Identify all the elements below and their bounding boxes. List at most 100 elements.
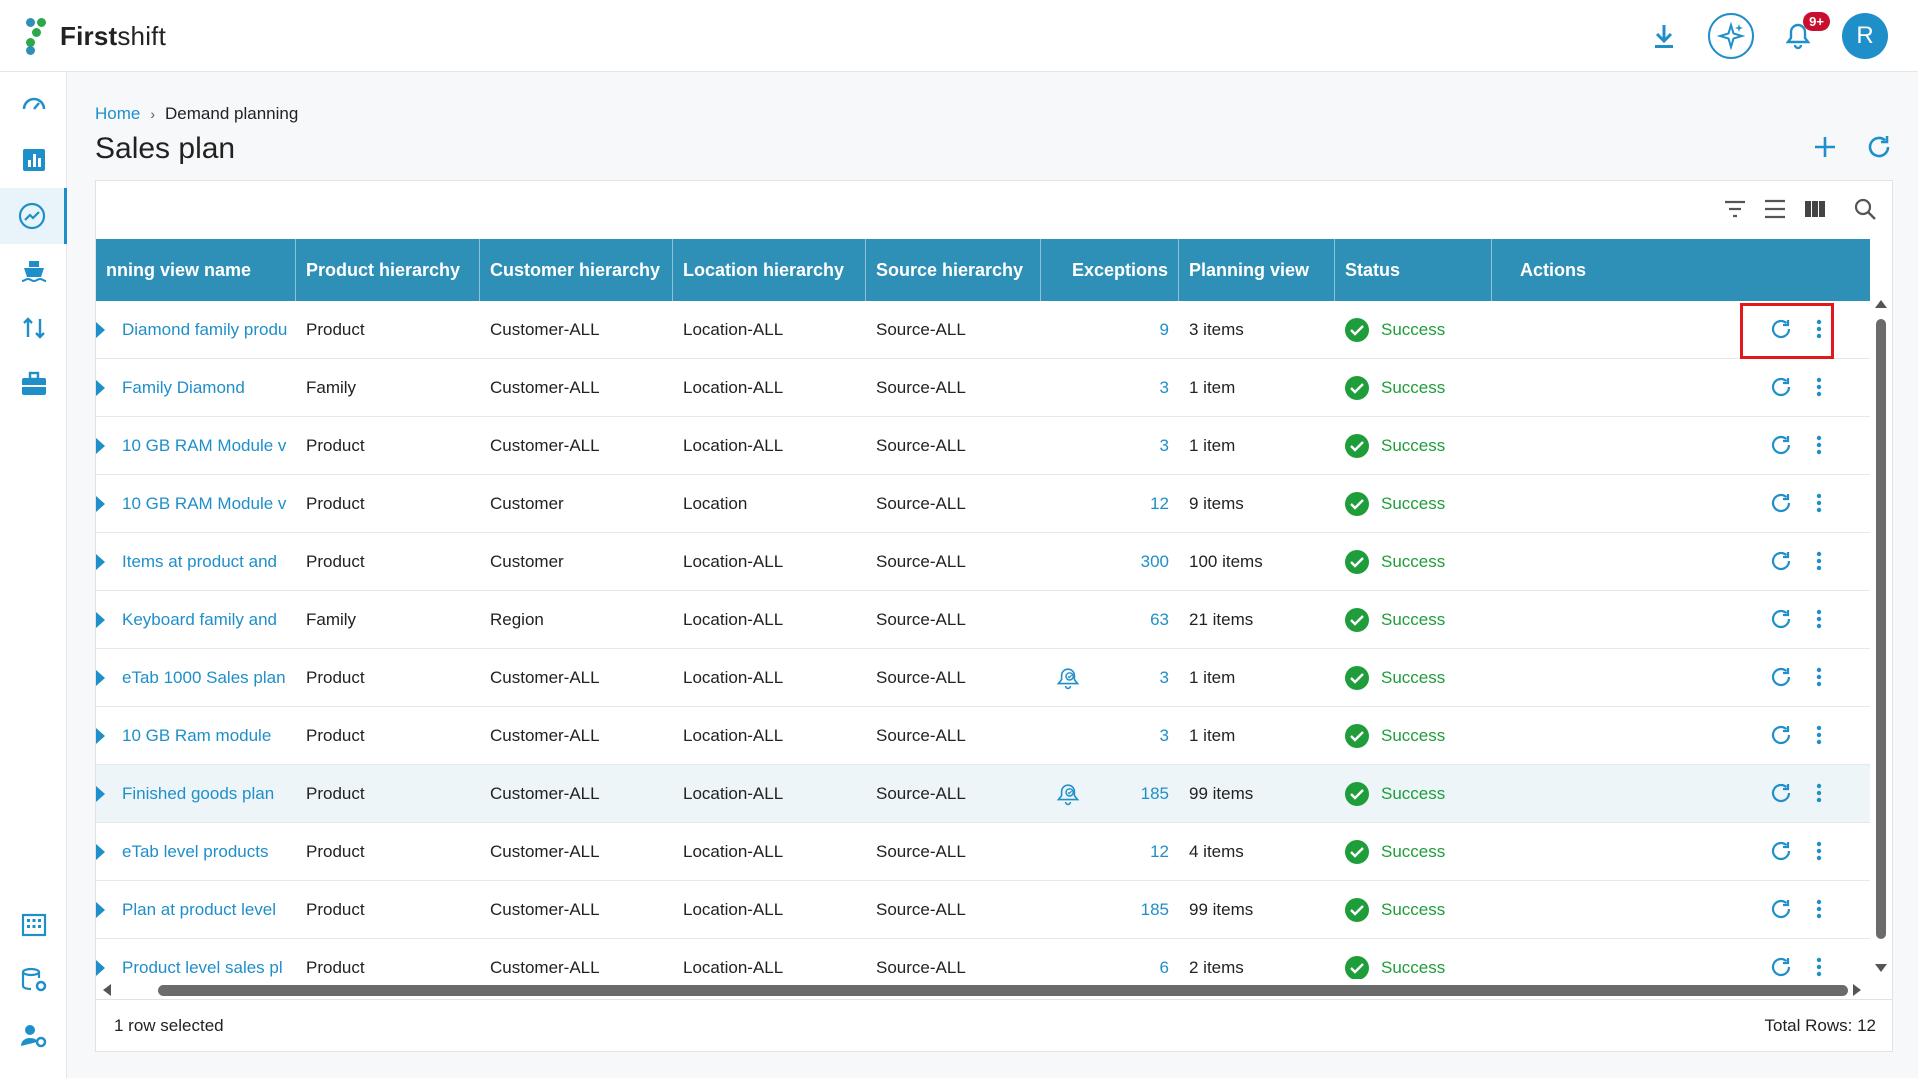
sidebar-item-dashboard[interactable] (0, 76, 67, 132)
scroll-up-icon[interactable] (1874, 299, 1888, 309)
cell-planning-view-name[interactable]: 10 GB Ram module (112, 707, 296, 765)
row-expand-icon[interactable] (96, 823, 112, 881)
filter-button[interactable] (1724, 200, 1746, 223)
sidebar-item-organization[interactable] (0, 896, 67, 952)
columns-button[interactable] (1804, 200, 1826, 223)
column-header-exceptions[interactable]: Exceptions (1041, 239, 1179, 301)
cell-planning-view-name[interactable]: Finished goods plan (112, 765, 296, 823)
sidebar-item-flows[interactable] (0, 300, 67, 356)
row-more-button[interactable] (1816, 956, 1822, 979)
column-header-location[interactable]: Location hierarchy (673, 239, 866, 301)
vertical-scroll-thumb[interactable] (1876, 319, 1886, 939)
scroll-down-icon[interactable] (1874, 963, 1888, 973)
cell-exceptions[interactable]: 9 (1096, 301, 1179, 359)
row-expand-icon[interactable] (96, 649, 112, 707)
column-header-planning-view[interactable]: Planning view (1179, 239, 1335, 301)
row-more-button[interactable] (1816, 898, 1822, 925)
row-expand-icon[interactable] (96, 591, 112, 649)
row-refresh-button[interactable] (1770, 782, 1792, 809)
horizontal-scrollbar[interactable] (96, 979, 1870, 1001)
cell-planning-view-name[interactable]: Keyboard family and (112, 591, 296, 649)
cell-planning-view-name[interactable]: 10 GB RAM Module v (112, 475, 296, 533)
cell-exceptions[interactable]: 3 (1096, 649, 1179, 707)
row-more-button[interactable] (1816, 782, 1822, 809)
cell-exceptions[interactable]: 185 (1096, 881, 1179, 939)
exception-alert-icon[interactable] (1046, 649, 1090, 707)
scroll-left-icon[interactable] (102, 983, 112, 997)
sidebar-item-portfolio[interactable] (0, 356, 67, 412)
download-icon[interactable] (1646, 18, 1682, 54)
density-button[interactable] (1764, 199, 1786, 224)
table-row[interactable]: Keyboard family and Family Region Location-… (96, 591, 1870, 649)
cell-exceptions[interactable]: 12 (1096, 475, 1179, 533)
row-refresh-button[interactable] (1770, 666, 1792, 693)
horizontal-scroll-thumb[interactable] (158, 985, 1848, 996)
row-expand-icon[interactable] (96, 417, 112, 475)
table-row[interactable]: 10 GB RAM Module v Product Customer-ALL Loc… (96, 417, 1870, 475)
column-header-name[interactable]: nning view name (96, 239, 296, 301)
cell-exceptions[interactable]: 3 (1096, 417, 1179, 475)
cell-exceptions[interactable]: 3 (1096, 707, 1179, 765)
column-header-status[interactable]: Status (1335, 239, 1492, 301)
ai-assistant-button[interactable] (1708, 13, 1754, 59)
cell-planning-view-name[interactable]: Plan at product level (112, 881, 296, 939)
row-refresh-button[interactable] (1770, 550, 1792, 577)
table-row[interactable]: Product level sales pl Product Customer-AL… (96, 939, 1870, 979)
cell-planning-view-name[interactable]: Diamond family produ (112, 301, 296, 359)
column-header-product[interactable]: Product hierarchy (296, 239, 480, 301)
row-more-button[interactable] (1816, 666, 1822, 693)
notifications-button[interactable]: 9+ (1780, 12, 1830, 54)
cell-exceptions[interactable]: 185 (1096, 765, 1179, 823)
add-button[interactable] (1812, 134, 1838, 165)
table-row[interactable]: Diamond family produ Product Customer-ALL L… (96, 301, 1870, 359)
column-header-customer[interactable]: Customer hierarchy (480, 239, 673, 301)
row-more-button[interactable] (1816, 608, 1822, 635)
row-expand-icon[interactable] (96, 301, 112, 359)
cell-planning-view-name[interactable]: Items at product and (112, 533, 296, 591)
table-row[interactable]: Plan at product level Product Customer-ALL… (96, 881, 1870, 939)
row-expand-icon[interactable] (96, 533, 112, 591)
row-refresh-button[interactable] (1770, 318, 1792, 345)
user-avatar[interactable]: R (1842, 13, 1888, 59)
row-refresh-button[interactable] (1770, 724, 1792, 751)
cell-exceptions[interactable]: 3 (1096, 359, 1179, 417)
row-expand-icon[interactable] (96, 881, 112, 939)
row-more-button[interactable] (1816, 550, 1822, 577)
row-more-button[interactable] (1816, 318, 1822, 345)
row-refresh-button[interactable] (1770, 840, 1792, 867)
row-refresh-button[interactable] (1770, 898, 1792, 925)
exception-alert-icon[interactable] (1046, 765, 1090, 823)
row-more-button[interactable] (1816, 376, 1822, 403)
row-expand-icon[interactable] (96, 475, 112, 533)
row-more-button[interactable] (1816, 724, 1822, 751)
sidebar-item-user-settings[interactable] (0, 1008, 67, 1064)
cell-planning-view-name[interactable]: 10 GB RAM Module v (112, 417, 296, 475)
row-more-button[interactable] (1816, 434, 1822, 461)
refresh-page-button[interactable] (1866, 134, 1892, 165)
firstshift-logo[interactable]: Firstshift (26, 18, 166, 55)
table-row[interactable]: eTab 1000 Sales plan Product Customer-ALL L… (96, 649, 1870, 707)
table-row[interactable]: 10 GB Ram module Product Customer-ALL Locat… (96, 707, 1870, 765)
sidebar-item-demand-planning[interactable] (0, 188, 67, 244)
row-more-button[interactable] (1816, 492, 1822, 519)
cell-planning-view-name[interactable]: eTab level products (112, 823, 296, 881)
row-refresh-button[interactable] (1770, 608, 1792, 635)
table-row[interactable]: Items at product and Product Customer Locat… (96, 533, 1870, 591)
row-more-button[interactable] (1816, 840, 1822, 867)
cell-exceptions[interactable]: 63 (1096, 591, 1179, 649)
row-refresh-button[interactable] (1770, 956, 1792, 979)
sidebar-item-supply[interactable] (0, 244, 67, 300)
cell-planning-view-name[interactable]: eTab 1000 Sales plan (112, 649, 296, 707)
table-row[interactable]: Finished goods plan Product Customer-ALL Lo… (96, 765, 1870, 823)
cell-exceptions[interactable]: 12 (1096, 823, 1179, 881)
cell-planning-view-name[interactable]: Family Diamond (112, 359, 296, 417)
search-button[interactable] (1854, 198, 1876, 225)
column-header-source[interactable]: Source hierarchy (866, 239, 1041, 301)
row-refresh-button[interactable] (1770, 376, 1792, 403)
table-row[interactable]: eTab level products Product Customer-ALL Lo… (96, 823, 1870, 881)
row-expand-icon[interactable] (96, 939, 112, 979)
row-expand-icon[interactable] (96, 765, 112, 823)
sidebar-item-data-settings[interactable] (0, 952, 67, 1008)
table-row[interactable]: Family Diamond Family Customer-ALL Location… (96, 359, 1870, 417)
table-row[interactable]: 10 GB RAM Module v Product Customer Locatio… (96, 475, 1870, 533)
